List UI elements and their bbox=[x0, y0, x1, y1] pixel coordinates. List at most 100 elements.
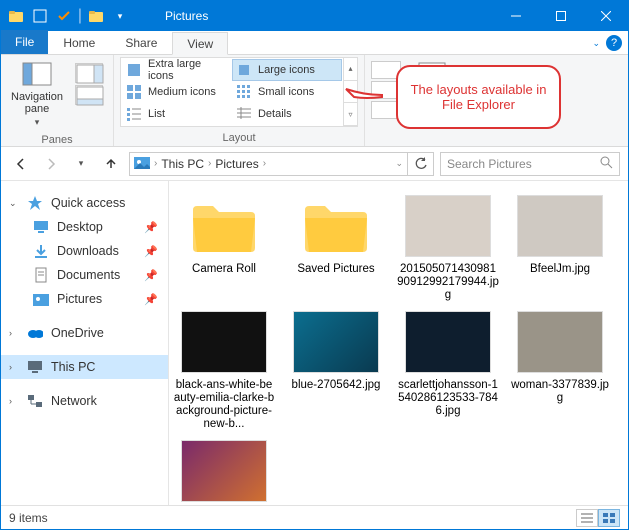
file-tab[interactable]: File bbox=[1, 30, 48, 54]
sidebar-pictures[interactable]: Pictures📌 bbox=[1, 287, 168, 311]
sidebar-this-pc[interactable]: ›This PC bbox=[1, 355, 168, 379]
file-item[interactable]: woman-3377839.jpg bbox=[509, 309, 611, 432]
sidebar-network[interactable]: ›Network bbox=[1, 389, 168, 413]
layout-option-list[interactable]: List bbox=[122, 103, 232, 125]
expand-icon: › bbox=[9, 396, 19, 406]
qat-dropdown[interactable]: ▾ bbox=[109, 5, 131, 27]
tab-share[interactable]: Share bbox=[110, 31, 172, 54]
onedrive-icon bbox=[27, 325, 43, 341]
file-item[interactable]: black-ans-white-beauty-emilia-clarke-bac… bbox=[173, 309, 275, 432]
layout-icon bbox=[126, 84, 142, 100]
layout-option-medium-icons[interactable]: Medium icons bbox=[122, 81, 232, 103]
preview-pane-button[interactable] bbox=[71, 57, 107, 105]
crumb-sep-icon[interactable]: › bbox=[152, 158, 159, 169]
address-bar-row: ▾ › This PC › Pictures › ⌄ Search Pictur… bbox=[1, 147, 628, 181]
layout-option-small-icons[interactable]: Small icons bbox=[232, 81, 342, 103]
folder-icon bbox=[181, 193, 267, 259]
ribbon: Navigation pane ▾ Panes Extra large icon… bbox=[1, 55, 628, 147]
layout-option-extra-large-icons[interactable]: Extra large icons bbox=[122, 59, 232, 81]
layout-icon bbox=[236, 106, 252, 122]
expand-icon: › bbox=[9, 328, 19, 338]
file-name: black-ans-white-beauty-emilia-clarke-bac… bbox=[173, 379, 275, 432]
forward-button[interactable] bbox=[39, 152, 63, 176]
crumb-sep-icon[interactable]: › bbox=[261, 158, 268, 169]
folder-icon bbox=[5, 5, 27, 27]
maximize-button[interactable] bbox=[538, 1, 583, 31]
file-name: Saved Pictures bbox=[297, 263, 374, 276]
navigation-sidebar[interactable]: ⌄Quick accessDesktop📌Downloads📌Documents… bbox=[1, 181, 169, 505]
crumb-sep-icon[interactable]: › bbox=[206, 158, 213, 169]
file-name: blue-2705642.jpg bbox=[292, 379, 381, 392]
folder-icon-2 bbox=[85, 5, 107, 27]
title-bar: | ▾ Pictures bbox=[1, 1, 628, 31]
view-details-button[interactable] bbox=[576, 509, 598, 527]
file-item[interactable]: BfeelJm.jpg bbox=[509, 193, 611, 303]
view-toggle bbox=[576, 509, 620, 527]
quick-access-toolbar: | ▾ bbox=[1, 5, 135, 27]
file-name: 20150507143098190912992179944.jpg bbox=[397, 263, 499, 303]
group-layout-title: Layout bbox=[120, 130, 358, 146]
search-box[interactable]: Search Pictures bbox=[440, 152, 620, 176]
navigation-pane-label: Navigation pane bbox=[11, 91, 63, 115]
annotation-callout: The layouts available in File Explorer bbox=[396, 65, 561, 129]
qat-checkmark[interactable] bbox=[53, 5, 75, 27]
sidebar-desktop[interactable]: Desktop📌 bbox=[1, 215, 168, 239]
group-panes: Navigation pane ▾ Panes bbox=[1, 55, 114, 146]
ribbon-expand-icon[interactable]: ⌄ bbox=[592, 38, 600, 49]
ribbon-tabs: File Home Share View ⌄ ? bbox=[1, 31, 628, 55]
layout-option-details[interactable]: Details bbox=[232, 103, 342, 125]
layout-scroll-up[interactable]: ▴ bbox=[344, 58, 357, 81]
sidebar-downloads[interactable]: Downloads📌 bbox=[1, 239, 168, 263]
address-dropdown-icon[interactable]: ⌄ bbox=[395, 158, 403, 169]
file-item[interactable]: scarlettjohansson-1540286123533-7846.jpg bbox=[397, 309, 499, 432]
layout-icon bbox=[126, 106, 142, 122]
qat-properties[interactable] bbox=[29, 5, 51, 27]
file-item[interactable]: 20150507143098190912992179944.jpg bbox=[397, 193, 499, 303]
image-thumbnail bbox=[405, 309, 491, 375]
pin-icon: 📌 bbox=[144, 221, 158, 234]
sidebar-quick-access[interactable]: ⌄Quick access bbox=[1, 191, 168, 215]
file-item[interactable]: blue-2705642.jpg bbox=[285, 309, 387, 432]
file-name: scarlettjohansson-1540286123533-7846.jpg bbox=[397, 379, 499, 419]
file-item[interactable]: Camera Roll bbox=[173, 193, 275, 303]
desktop-icon bbox=[33, 219, 49, 235]
expand-icon: ⌄ bbox=[9, 198, 19, 209]
refresh-button[interactable] bbox=[408, 152, 434, 176]
file-item[interactable]: Saved Pictures bbox=[285, 193, 387, 303]
minimize-button[interactable] bbox=[493, 1, 538, 31]
close-button[interactable] bbox=[583, 1, 628, 31]
network-icon bbox=[27, 393, 43, 409]
documents-icon bbox=[33, 267, 49, 283]
file-list-pane[interactable]: Camera Roll Saved Pictures 201505071430981… bbox=[169, 181, 628, 505]
tab-home[interactable]: Home bbox=[48, 31, 110, 54]
recent-dropdown[interactable]: ▾ bbox=[69, 152, 93, 176]
sidebar-documents[interactable]: Documents📌 bbox=[1, 263, 168, 287]
layout-option-large-icons[interactable]: Large icons bbox=[232, 59, 342, 81]
image-thumbnail bbox=[405, 193, 491, 259]
address-bar[interactable]: › This PC › Pictures › ⌄ bbox=[129, 152, 408, 176]
view-large-button[interactable] bbox=[598, 509, 620, 527]
file-item[interactable] bbox=[173, 438, 275, 505]
annotation-text: The layouts available in File Explorer bbox=[406, 82, 551, 112]
image-thumbnail bbox=[181, 438, 267, 504]
star-icon bbox=[27, 195, 43, 211]
up-button[interactable] bbox=[99, 152, 123, 176]
pictures-icon bbox=[134, 155, 150, 172]
file-name: Camera Roll bbox=[192, 263, 256, 276]
group-panes-title: Panes bbox=[7, 132, 107, 148]
layout-icon bbox=[126, 62, 142, 78]
thispc-icon bbox=[27, 359, 43, 375]
search-placeholder: Search Pictures bbox=[447, 157, 532, 171]
back-button[interactable] bbox=[9, 152, 33, 176]
tab-view[interactable]: View bbox=[172, 32, 228, 55]
search-icon bbox=[600, 156, 613, 172]
sidebar-onedrive[interactable]: ›OneDrive bbox=[1, 321, 168, 345]
window-title: Pictures bbox=[135, 9, 493, 23]
navigation-pane-button[interactable]: Navigation pane ▾ bbox=[7, 57, 67, 132]
crumb-pictures[interactable]: Pictures bbox=[215, 157, 258, 171]
image-thumbnail bbox=[181, 309, 267, 375]
crumb-thispc[interactable]: This PC bbox=[161, 157, 204, 171]
window-controls bbox=[493, 1, 628, 31]
folder-icon bbox=[293, 193, 379, 259]
help-icon[interactable]: ? bbox=[606, 35, 622, 51]
